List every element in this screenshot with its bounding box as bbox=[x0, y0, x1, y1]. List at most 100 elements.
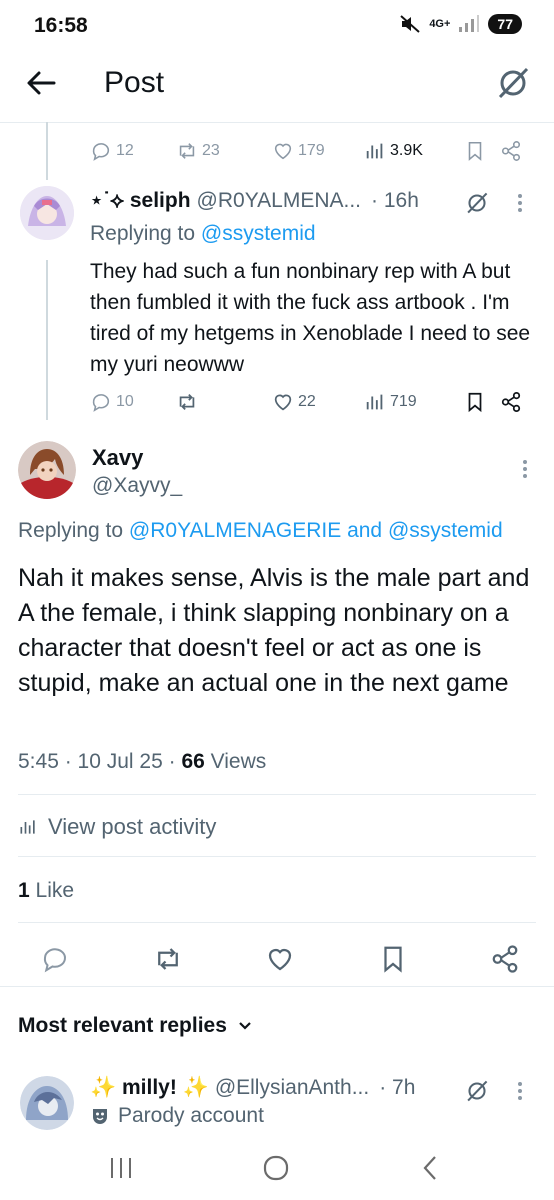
handle[interactable]: @EllysianAnth... bbox=[215, 1076, 369, 1100]
mask-icon bbox=[93, 1109, 107, 1124]
post-time: · 16h bbox=[371, 188, 419, 212]
likes-label: Like bbox=[35, 879, 75, 902]
views-icon bbox=[366, 394, 383, 410]
mention-link-1[interactable]: @R0YALMENAGERIE bbox=[129, 519, 341, 542]
views-icon bbox=[20, 820, 35, 834]
status-icons: 4G+ 77 bbox=[399, 14, 522, 34]
handle[interactable]: @R0YALMENA... bbox=[197, 189, 361, 213]
divider bbox=[18, 856, 536, 857]
reply-icon bbox=[92, 394, 110, 412]
view-activity-link[interactable]: View post activity bbox=[18, 814, 216, 840]
repost-count: 23 bbox=[202, 142, 220, 159]
likes-summary[interactable]: 1 Like bbox=[18, 879, 74, 903]
battery-indicator: 77 bbox=[488, 14, 522, 34]
grok-icon[interactable] bbox=[464, 1078, 490, 1104]
views-count: 719 bbox=[390, 393, 417, 410]
more-icon[interactable] bbox=[514, 192, 526, 214]
views-number: 66 bbox=[181, 750, 205, 773]
display-name[interactable]: Xavy bbox=[92, 445, 143, 471]
replies-sort-dropdown[interactable]: Most relevant replies bbox=[18, 1014, 253, 1038]
badge-label: Parody account bbox=[118, 1104, 264, 1127]
mute-icon bbox=[400, 15, 420, 33]
avatar-xavy[interactable] bbox=[18, 441, 76, 499]
post-action-bar bbox=[40, 944, 520, 974]
handle[interactable]: @Xayvy_ bbox=[92, 474, 182, 498]
mention-link[interactable]: @ssystemid bbox=[201, 222, 316, 245]
like-icon bbox=[274, 394, 292, 411]
grok-icon[interactable] bbox=[494, 64, 532, 102]
and-label: and bbox=[347, 519, 383, 542]
bookmark-button[interactable] bbox=[464, 391, 500, 413]
grok-icon[interactable] bbox=[464, 190, 490, 216]
reply-icon bbox=[92, 143, 110, 161]
replying-to-line: Replying to @ssystemid bbox=[90, 222, 316, 246]
avatar-image bbox=[20, 186, 74, 240]
header-divider bbox=[0, 122, 554, 123]
home-icon[interactable] bbox=[262, 1154, 290, 1182]
replying-to-line: Replying to @R0YALMENAGERIE and @ssystem… bbox=[18, 519, 503, 543]
activity-label: View post activity bbox=[48, 814, 217, 839]
reply-button[interactable]: 12 bbox=[90, 140, 176, 162]
share-icon[interactable] bbox=[490, 944, 520, 974]
post-text: Nah it makes sense, Alvis is the male pa… bbox=[18, 564, 530, 697]
recent-apps-icon[interactable] bbox=[108, 1156, 134, 1180]
divider bbox=[18, 794, 536, 795]
likes-count: 1 bbox=[18, 879, 30, 902]
status-time: 16:58 bbox=[34, 14, 88, 37]
share-icon bbox=[501, 391, 521, 413]
thread-connector bbox=[46, 122, 48, 180]
reply1-header: ⋆˙⟡ seliph @R0YALMENA... · 16h bbox=[90, 188, 530, 216]
like-button[interactable]: 22 bbox=[272, 391, 364, 413]
page-title: Post bbox=[104, 66, 165, 99]
like-count: 179 bbox=[298, 142, 325, 159]
thread-connector-2 bbox=[46, 260, 48, 420]
reply-button[interactable]: 10 bbox=[90, 391, 176, 413]
network-label: 4G+ bbox=[429, 18, 451, 30]
back-arrow-icon[interactable] bbox=[24, 66, 58, 100]
post-timestamp: 5:45 · 10 Jul 25 · bbox=[18, 750, 176, 773]
display-name[interactable]: ⋆˙⟡ seliph bbox=[90, 188, 191, 213]
views-button[interactable]: 3.9K bbox=[364, 140, 464, 162]
views-button[interactable]: 719 bbox=[364, 391, 464, 413]
like-button[interactable]: 179 bbox=[272, 140, 364, 162]
bookmark-icon bbox=[468, 141, 482, 161]
signal-icon bbox=[459, 15, 480, 32]
system-nav-bar bbox=[0, 1138, 554, 1200]
repost-icon bbox=[179, 143, 195, 159]
divider bbox=[18, 922, 536, 923]
like-count: 22 bbox=[298, 393, 316, 410]
reply-icon[interactable] bbox=[40, 944, 70, 974]
reply-count: 12 bbox=[116, 142, 134, 159]
reply1-text: They had such a fun nonbinary rep with A… bbox=[90, 260, 531, 376]
mention-link-2[interactable]: @ssystemid bbox=[388, 519, 503, 542]
reply2-header: ✨ milly! ✨ @EllysianAnth... · 7h bbox=[90, 1076, 530, 1102]
parody-badge: Parody account bbox=[90, 1104, 264, 1128]
avatar-image bbox=[20, 1076, 74, 1130]
repost-icon[interactable] bbox=[153, 944, 183, 974]
avatar-seliph[interactable] bbox=[20, 186, 74, 240]
back-nav-icon[interactable] bbox=[420, 1154, 440, 1182]
like-icon bbox=[274, 143, 292, 160]
sort-label: Most relevant replies bbox=[18, 1014, 227, 1037]
more-icon[interactable] bbox=[519, 458, 531, 480]
more-icon[interactable] bbox=[514, 1080, 526, 1102]
prev-post-actions: 12 23 179 3.9K bbox=[90, 140, 530, 162]
repost-button[interactable] bbox=[176, 391, 272, 413]
like-icon[interactable] bbox=[265, 944, 295, 974]
share-button[interactable] bbox=[500, 391, 522, 413]
display-name[interactable]: ✨ milly! ✨ bbox=[90, 1076, 209, 1100]
post-meta: 5:45 · 10 Jul 25 · 66 Views bbox=[18, 750, 266, 774]
replying-label: Replying to bbox=[90, 222, 196, 245]
avatar-milly[interactable] bbox=[20, 1076, 74, 1130]
chevron-down-icon bbox=[239, 1022, 251, 1030]
share-button[interactable] bbox=[500, 140, 522, 162]
bookmark-button[interactable] bbox=[464, 140, 500, 162]
avatar-image bbox=[18, 441, 76, 499]
replying-label: Replying to bbox=[18, 519, 124, 542]
views-count: 3.9K bbox=[390, 142, 423, 159]
reply1-actions: 10 22 719 bbox=[90, 391, 530, 413]
repost-icon bbox=[179, 394, 195, 410]
views-label: Views bbox=[210, 750, 267, 773]
bookmark-icon[interactable] bbox=[378, 944, 408, 974]
repost-button[interactable]: 23 bbox=[176, 140, 272, 162]
